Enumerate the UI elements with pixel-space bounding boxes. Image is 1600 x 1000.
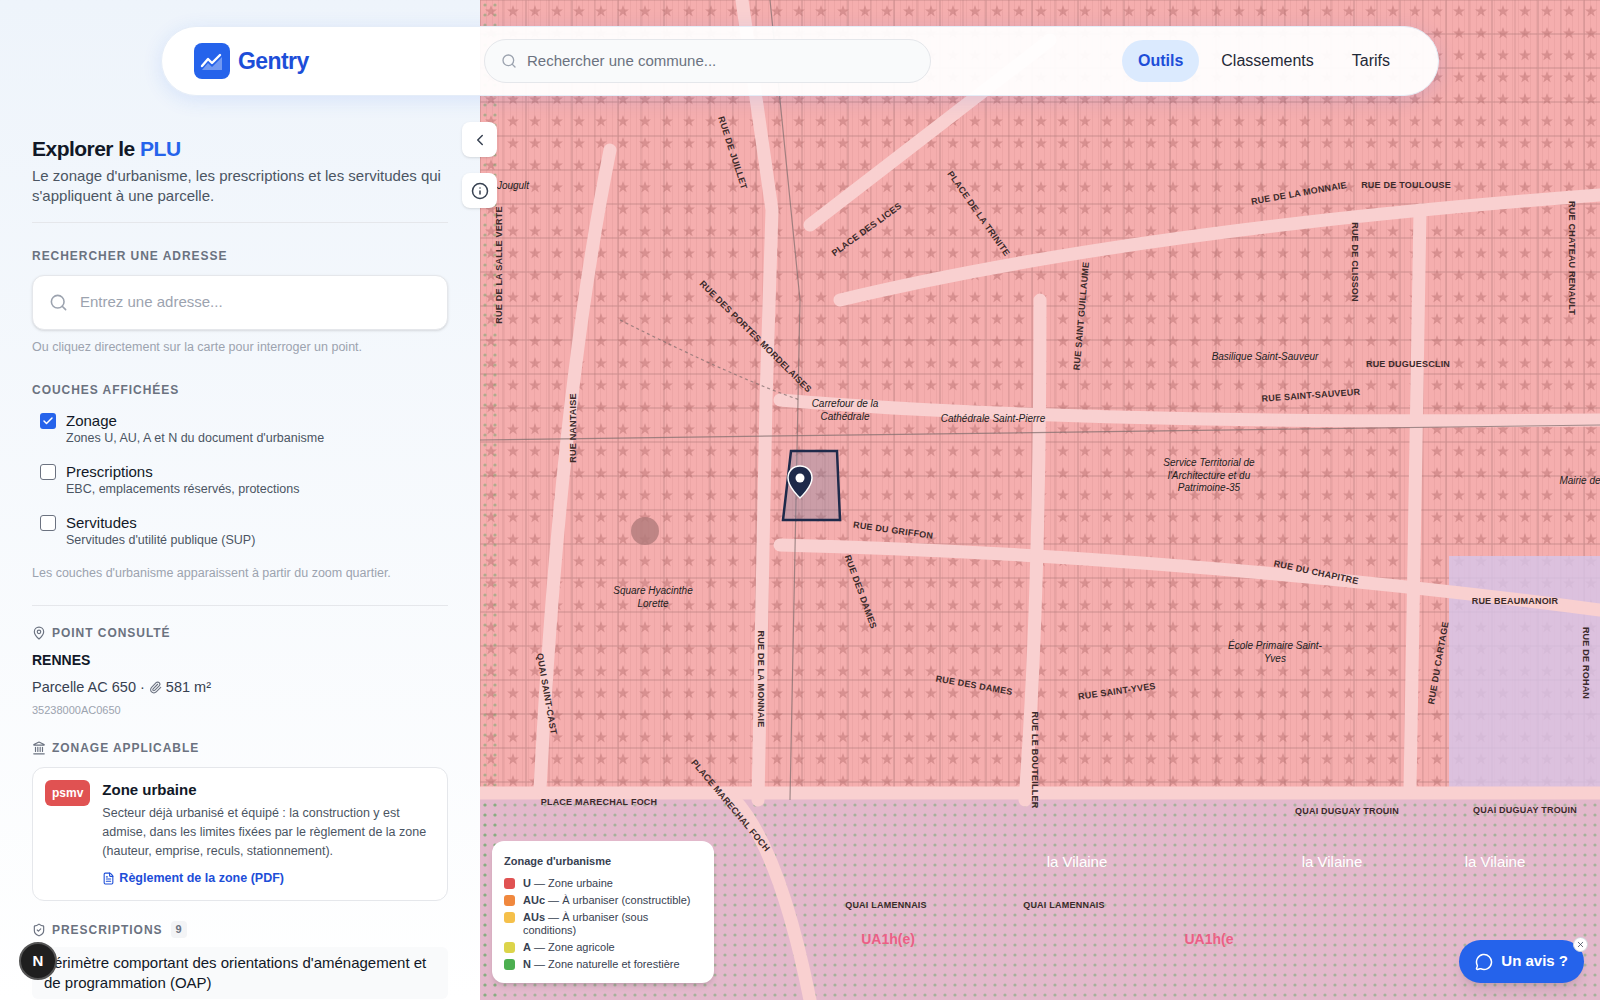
map-label: QUAI LAMENNAIS: [1023, 899, 1105, 913]
point-id: 35238000AC0650: [32, 702, 448, 719]
map-label: la Vilaine: [1465, 851, 1526, 874]
info-icon: [471, 182, 489, 200]
check-icon: [42, 415, 54, 427]
section-label: COUCHES AFFICHÉES: [32, 381, 448, 399]
logo-icon: [194, 43, 230, 79]
layer-item[interactable]: ServitudesServitudes d'utilité publique …: [32, 513, 448, 548]
zone-pdf-link[interactable]: Règlement de la zone (PDF): [102, 869, 435, 888]
zoning-card: psmvZone urbaineSecteur déjà urbanisé et…: [32, 767, 448, 901]
building-icon: [32, 741, 46, 755]
map-label: Jougult: [497, 180, 529, 193]
legend-item: U — Zone urbaine: [504, 877, 702, 890]
map-label: RUE NANTAISE: [567, 393, 581, 463]
user-avatar[interactable]: N: [19, 942, 57, 980]
address-hint: Ou cliquez directement sur la carte pour…: [32, 338, 448, 357]
checkbox[interactable]: [40, 413, 56, 429]
panel-title: Explorer le PLU: [32, 136, 448, 162]
map-label: École Primaire Saint-Yves: [1220, 640, 1330, 665]
zone-badge: psmv: [45, 780, 90, 806]
section-label: RECHERCHER UNE ADRESSE: [32, 247, 448, 265]
map-label: Carrefour de la Cathédrale: [790, 398, 900, 423]
pin-icon: [32, 626, 46, 640]
prescriptions-count: 9: [171, 921, 187, 938]
layer-item[interactable]: ZonageZones U, AU, A et N du document d'…: [32, 411, 448, 446]
legend-item: AUs — À urbaniser (sous conditions): [504, 911, 702, 937]
map-label: RUE DE LA MONNAIE: [753, 631, 767, 728]
map-pin-icon: [787, 465, 813, 499]
layer-list: ZonageZones U, AU, A et N du document d'…: [32, 411, 448, 548]
checkbox[interactable]: [40, 464, 56, 480]
map-label: RUE DE CLISSON: [1347, 222, 1361, 302]
feedback-close[interactable]: [1573, 937, 1588, 952]
side-panel: Explorer le PLU Le zonage d'urbanisme, le…: [0, 0, 480, 1000]
map-label: Service Territorial de l'Architecture et…: [1154, 457, 1264, 495]
search-icon: [501, 53, 517, 69]
map-label: RUE BEAUMANOIR: [1472, 595, 1559, 609]
map-label: UA1h(e: [1184, 929, 1233, 950]
top-bar: GentryRechercher une commune... OutilsCla…: [161, 26, 1439, 96]
nav-item[interactable]: Outils: [1122, 40, 1199, 82]
map-label: PLACE MARECHAL FOCH: [541, 796, 658, 810]
app: Explorer le PLU Le zonage d'urbanisme, le…: [0, 0, 1600, 1000]
area-icon: [149, 681, 162, 694]
legend-swatch: [504, 959, 515, 970]
map-label: RUE LE BOUTEILLER: [1027, 712, 1041, 809]
section-label: POINT CONSULTÉ: [32, 624, 448, 642]
map[interactable]: JougultRUE DE JUILLETPLACE DES LICESPLAC…: [480, 0, 1600, 1000]
nav-item[interactable]: Classements: [1205, 40, 1329, 82]
feedback-button[interactable]: Un avis ?: [1459, 940, 1584, 983]
panel-subtitle: Le zonage d'urbanisme, les prescriptions…: [32, 166, 448, 206]
info-button[interactable]: [462, 173, 497, 208]
map-label: RUE CHATEAU RENAULT: [1564, 201, 1578, 315]
collapse-button[interactable]: [462, 122, 497, 157]
map-label: Cathédrale Saint-Pierre: [941, 413, 1046, 426]
legend-item: A — Zone agricole: [504, 941, 702, 954]
checkbox[interactable]: [40, 515, 56, 531]
legend-item: AUc — À urbaniser (constructible): [504, 894, 702, 907]
legend-swatch: [504, 878, 515, 889]
map-label: RUE DE LA SALLE VERTE: [493, 206, 507, 323]
chat-icon: [1475, 953, 1493, 971]
map-label: QUAI DUGUAY TROUIN: [1473, 804, 1577, 818]
map-label: la Vilaine: [1302, 851, 1363, 874]
chevron-left-icon: [471, 131, 489, 149]
legend-item: N — Zone naturelle et forestière: [504, 958, 702, 971]
commune-search[interactable]: Rechercher une commune...: [484, 39, 931, 83]
layer-item[interactable]: PrescriptionsEBC, emplacements réservés,…: [32, 462, 448, 497]
selected-parcel[interactable]: [783, 451, 840, 520]
map-label: RUE DE ROHAN: [1578, 627, 1592, 699]
prescription-item[interactable]: Périmètre comportant des orientations d'…: [32, 947, 448, 999]
map-label: Mairie de: [1559, 475, 1600, 488]
address-input[interactable]: Entrez une adresse...: [32, 275, 448, 330]
map-label: RUE DE TOULOUSE: [1361, 179, 1451, 193]
layers-note: Les couches d'urbanisme apparaissent à p…: [32, 564, 448, 583]
point-city: RENNES: [32, 650, 448, 671]
nav-item[interactable]: Tarifs: [1336, 40, 1406, 82]
shield-icon: [32, 923, 46, 937]
legend-swatch: [504, 912, 515, 923]
map-label: la Vilaine: [1047, 851, 1108, 874]
section-label: ZONAGE APPLICABLE: [32, 739, 448, 757]
map-label: UA1h(e): [861, 929, 915, 950]
close-icon: [1576, 940, 1585, 949]
map-label: RUE DUGUESCLIN: [1366, 358, 1450, 372]
logo[interactable]: Gentry: [194, 43, 484, 79]
legend-swatch: [504, 942, 515, 953]
map-label: Square Hyacinthe Lorette: [598, 585, 708, 610]
section-label: PRESCRIPTIONS: [32, 921, 163, 939]
legend: Zonage d'urbanismeU — Zone urbaineAUc — …: [492, 841, 714, 984]
legend-swatch: [504, 895, 515, 906]
map-label: QUAI LAMENNAIS: [845, 899, 927, 913]
document-icon: [102, 872, 115, 885]
map-label: QUAI DUGUAY TROUIN: [1295, 805, 1399, 819]
main-nav: OutilsClassementsTarifs: [1122, 40, 1406, 82]
point-parcel: Parcelle AC 650·581 m²: [32, 677, 448, 699]
map-label: Basilique Saint-Sauveur: [1212, 351, 1319, 364]
search-icon: [49, 293, 68, 312]
